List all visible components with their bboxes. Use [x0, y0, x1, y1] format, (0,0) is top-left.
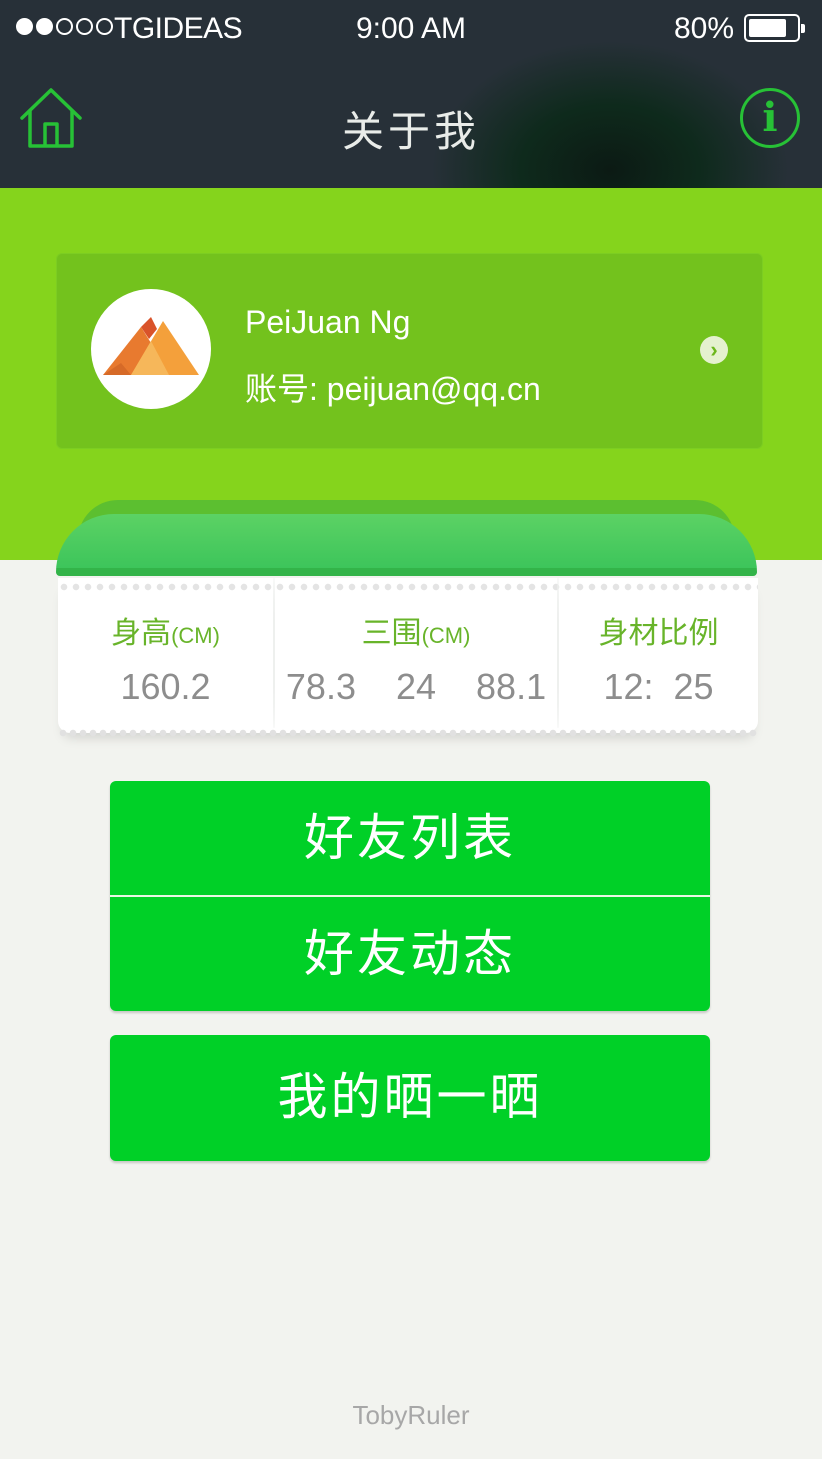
stat-measurements: 三围(CM) 78.3 24 88.1 — [275, 578, 557, 733]
footer-credit: TobyRuler — [352, 1400, 470, 1430]
mountain-avatar-icon — [103, 317, 199, 375]
stat-value: 78.3 24 88.1 — [285, 666, 547, 707]
stat-body-ratio: 身材比例 12: 25 — [559, 578, 758, 733]
stat-value: 160.2 — [120, 666, 211, 707]
profile-account: 账号: peijuan@qq.cn — [245, 371, 541, 407]
info-icon[interactable]: i — [740, 88, 800, 148]
stat-label: 身材比例 — [598, 617, 719, 650]
profile-card[interactable]: PeiJuan Ng 账号: peijuan@qq.cn › — [56, 253, 763, 449]
page-title: 关于我 — [341, 108, 480, 155]
stat-unit: (CM) — [171, 623, 220, 648]
stat-label: 三围 — [361, 617, 422, 650]
friends-button-group: 好友列表 好友动态 — [110, 781, 710, 1011]
awning-decoration — [56, 500, 757, 580]
stat-label: 身高 — [111, 617, 172, 650]
avatar — [91, 289, 211, 409]
stat-value: 12: 25 — [603, 666, 714, 707]
status-bar: TGIDEAS 9:00 AM 80% — [0, 0, 822, 58]
battery-percent: 80% — [674, 12, 735, 45]
my-showcase-button[interactable]: 我的晒一晒 — [110, 1035, 710, 1161]
perforation-bottom — [58, 729, 758, 737]
friends-feed-button[interactable]: 好友动态 — [110, 897, 710, 1011]
profile-name: PeiJuan Ng — [245, 304, 411, 340]
stats-card: 身高(CM) 160.2 三围(CM) 78.3 24 88.1 身材比例 12… — [58, 578, 758, 737]
stat-unit: (CM) — [421, 623, 471, 648]
top-bar: TGIDEAS 9:00 AM 80% 关于我 i — [0, 0, 822, 188]
friends-list-button[interactable]: 好友列表 — [110, 781, 710, 895]
chevron-right-icon[interactable]: › — [700, 336, 728, 364]
stat-height: 身高(CM) 160.2 — [58, 578, 273, 733]
battery-icon — [744, 14, 805, 42]
